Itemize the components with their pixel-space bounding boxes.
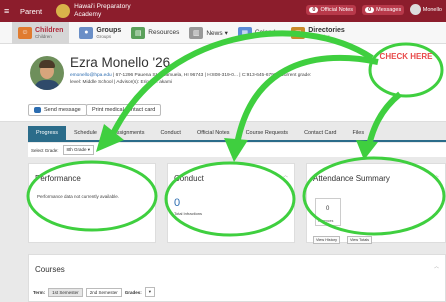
- collapse-chevron-icon[interactable]: ︿: [283, 172, 288, 179]
- nav-directories[interactable]: ▣ Directories Directories: [291, 22, 345, 44]
- grade-select-value: 8th Grade: [66, 147, 87, 152]
- conduct-title: Conduct: [174, 174, 204, 183]
- messages-button[interactable]: 0 Messages: [362, 4, 405, 15]
- children-icon: ☺: [18, 26, 32, 39]
- conduct-card: Conduct ︿ 0 Total Infractions: [167, 163, 295, 243]
- tab-conduct[interactable]: Conduct: [152, 126, 189, 140]
- main-nav: ☺ Children Children ● Groups Groups ▤ Reso…: [0, 21, 446, 44]
- view-history-button[interactable]: View History: [313, 236, 341, 244]
- check-here-annotation: CHECK HERE: [379, 52, 433, 61]
- tab-schedule[interactable]: Schedule: [66, 126, 105, 140]
- groups-icon: ●: [79, 26, 94, 39]
- performance-message: Performance data not currently available…: [37, 194, 120, 199]
- top-bar-right: 0 Official Notes 0 Messages Monello: [306, 4, 442, 15]
- nav-resources-label: Resources: [148, 29, 180, 36]
- select-grade-label: Select Grade:: [31, 147, 59, 153]
- user-avatar: [410, 4, 422, 15]
- chevron-down-icon: ▾: [87, 147, 91, 152]
- student-photo: [30, 56, 64, 90]
- attendance-title: Attendance Summary: [313, 174, 390, 183]
- collapse-chevron-icon[interactable]: ︿: [434, 263, 439, 270]
- term-2nd-semester-button[interactable]: 2nd Semester: [85, 287, 122, 297]
- performance-card: Performance Performance data not current…: [28, 163, 156, 243]
- tab-files[interactable]: Files: [344, 126, 372, 140]
- nav-groups-label: Groups: [96, 26, 122, 34]
- print-medical-card-button[interactable]: Print medical contact card: [86, 104, 162, 116]
- nav-calendar-label: Calendar: [254, 29, 282, 36]
- grades-label: Grades:: [124, 289, 142, 295]
- nav-news[interactable]: ▥ News ▾: [189, 22, 228, 44]
- absences-tile[interactable]: 0 Absences: [315, 198, 341, 226]
- school-name[interactable]: Hawai'i Preparatory Academy: [74, 3, 144, 19]
- chevron-down-icon: ▾: [148, 289, 151, 294]
- student-name: Ezra Monello '26: [70, 55, 171, 70]
- role-label[interactable]: Parent: [20, 7, 42, 16]
- directories-icon: ▣: [291, 26, 306, 39]
- message-icon: [34, 107, 41, 113]
- attendance-summary-card: Attendance Summary ︿ 0 Absences View His…: [306, 163, 446, 244]
- tab-assignments[interactable]: Assignments: [105, 126, 153, 140]
- nav-groups[interactable]: ● Groups Groups: [79, 22, 121, 44]
- grade-selector-bar: Select Grade: 8th Grade ▾: [28, 143, 446, 157]
- chevron-down-icon: ▾: [224, 29, 228, 37]
- resources-icon: ▤: [131, 26, 146, 39]
- courses-section: Courses ︿ Term: 1st Semester 2nd Semeste…: [28, 254, 446, 302]
- official-notes-label: Official Notes: [320, 6, 354, 13]
- total-infractions-count[interactable]: 0: [174, 197, 180, 209]
- grade-select[interactable]: 8th Grade ▾: [62, 145, 95, 155]
- term-selector: Term: 1st Semester 2nd Semester Grades: …: [33, 287, 155, 297]
- absences-label: Absences: [318, 219, 334, 223]
- calendar-icon: ▦: [237, 26, 252, 39]
- school-logo: [56, 4, 71, 18]
- news-icon: ▥: [189, 26, 204, 39]
- messages-count: 0: [365, 6, 375, 13]
- top-bar: ≡ Parent Hawai'i Preparatory Academy 0 Of…: [0, 0, 446, 22]
- nav-resources[interactable]: ▤ Resources: [131, 22, 179, 44]
- send-message-button[interactable]: Send message: [28, 104, 87, 116]
- nav-children-label: Children: [35, 26, 64, 34]
- hamburger-menu-icon[interactable]: ≡: [4, 6, 16, 16]
- nav-children[interactable]: ☺ Children Children: [12, 21, 70, 44]
- performance-title: Performance: [35, 174, 81, 183]
- nav-directories-sub: Directories: [308, 33, 330, 39]
- nav-groups-sub: Groups: [96, 33, 112, 39]
- total-infractions-label: Total Infractions: [174, 211, 203, 216]
- grades-dropdown[interactable]: ▾: [144, 287, 155, 297]
- absences-count: 0: [326, 206, 330, 212]
- term-label: Term:: [33, 289, 46, 295]
- user-menu[interactable]: Monello: [410, 4, 442, 15]
- collapse-chevron-icon[interactable]: ︿: [434, 172, 439, 179]
- nav-children-sub: Children: [35, 33, 52, 39]
- send-message-label: Send message: [44, 107, 81, 113]
- courses-title: Courses: [35, 265, 65, 274]
- student-email-link[interactable]: emonello@hpa.edu: [70, 73, 112, 78]
- view-totals-button[interactable]: View Totals: [347, 236, 373, 244]
- profile-tabs: Progress Schedule Assignments Conduct Of…: [28, 126, 446, 142]
- messages-label: Messages: [376, 6, 402, 13]
- student-contact-details: | 67-1296 Pauena St... Kamuela, HI 96743…: [111, 73, 312, 78]
- tab-contact-card[interactable]: Contact Card: [296, 126, 344, 140]
- official-notes-button[interactable]: 0 Official Notes: [306, 4, 357, 15]
- user-name: Monello: [422, 6, 442, 13]
- student-contact-info: emonello@hpa.edu | 67-1296 Pauena St... …: [70, 73, 311, 78]
- tab-progress[interactable]: Progress: [28, 126, 67, 140]
- nav-news-label: News: [206, 29, 223, 37]
- tab-course-requests[interactable]: Course Requests: [238, 126, 297, 140]
- nav-directories-label: Directories: [308, 26, 345, 34]
- official-notes-count: 0: [309, 6, 319, 13]
- nav-calendar[interactable]: ▦ Calendar: [237, 22, 282, 44]
- student-level-advisor: level: Middle School | Advisor(s): Erin …: [70, 80, 173, 85]
- term-1st-semester-button[interactable]: 1st Semester: [48, 287, 83, 297]
- tab-official-notes[interactable]: Official Notes: [189, 126, 238, 140]
